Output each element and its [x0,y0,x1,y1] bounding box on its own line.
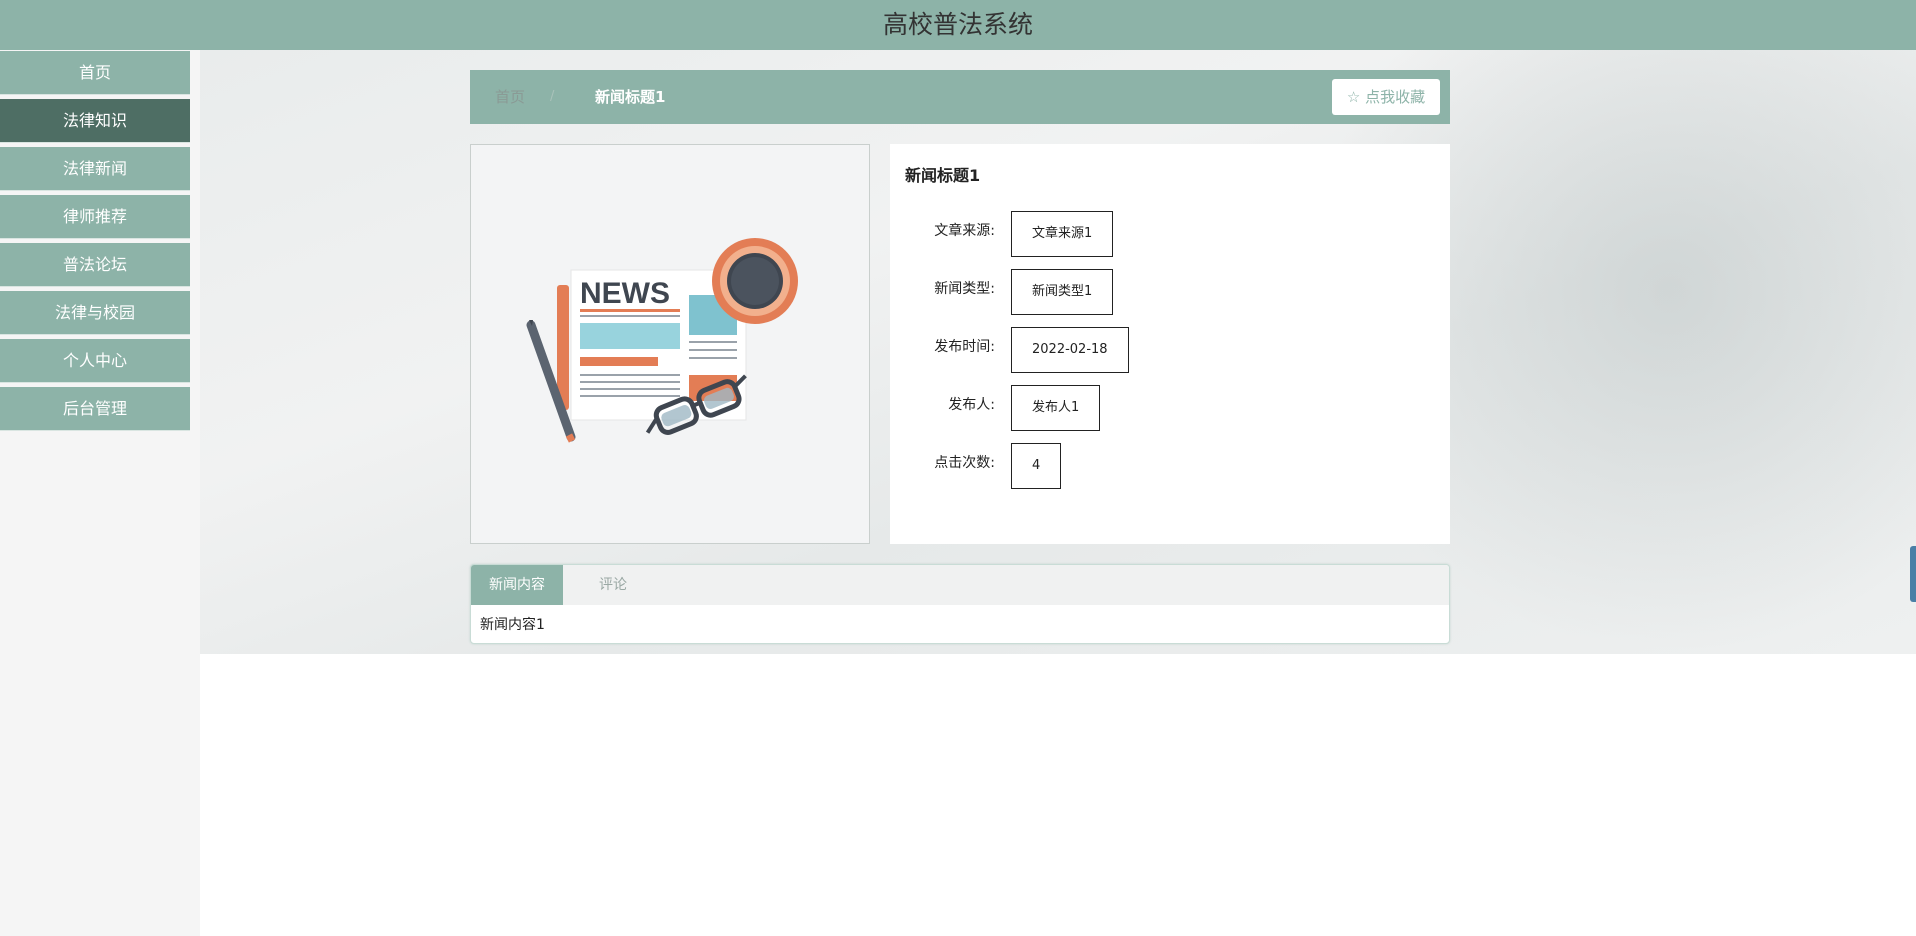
sidebar-item-forum[interactable]: 普法论坛 [0,243,190,287]
news-title: 新闻标题1 [905,166,981,185]
favorite-button[interactable]: ☆ 点我收藏 [1332,79,1440,115]
tab-comments[interactable]: 评论 [563,565,663,605]
news-image: NEWS [470,144,870,544]
breadcrumb-separator: / [550,89,555,104]
sidebar-item-personal-center[interactable]: 个人中心 [0,339,190,383]
sidebar-item-lawyer-recommend[interactable]: 律师推荐 [0,195,190,239]
scroll-handle[interactable] [1910,546,1916,602]
publish-time-label: 发布时间: [934,339,995,355]
publisher-label: 发布人: [948,397,995,413]
publisher-value: 发布人1 [1011,385,1101,431]
content-tabs: 新闻内容 评论 新闻内容1 [470,564,1450,644]
app-title: 高校普法系统 [0,0,1916,50]
sidebar-item-law-campus[interactable]: 法律与校园 [0,291,190,335]
sidebar-item-legal-news[interactable]: 法律新闻 [0,147,190,191]
tab-news-content[interactable]: 新闻内容 [471,565,563,605]
type-value: 新闻类型1 [1011,269,1114,315]
news-word: NEWS [580,277,670,310]
source-value: 文章来源1 [1011,211,1114,257]
tab-header: 新闻内容 评论 [471,565,1449,605]
source-label: 文章来源: [934,223,995,239]
click-count-label: 点击次数: [934,455,995,471]
type-label: 新闻类型: [934,281,995,297]
sidebar-item-admin[interactable]: 后台管理 [0,387,190,431]
sidebar-item-legal-knowledge[interactable]: 法律知识 [0,99,190,143]
breadcrumb-current: 新闻标题1 [595,88,666,106]
newspaper-illustration: NEWS [526,238,798,443]
publish-time-value: 2022-02-18 [1011,327,1129,373]
breadcrumb-home-link[interactable]: 首页 [495,70,525,124]
sidebar-item-home[interactable]: 首页 [0,51,190,95]
breadcrumb: 首页 / 新闻标题1 ☆ 点我收藏 [470,70,1450,124]
news-detail-panel: 新闻标题1 文章来源: 文章来源1 新闻类型: 新闻类型1 发布时间: 2022… [890,144,1450,544]
sidebar: 首页 法律知识 法律新闻 律师推荐 普法论坛 法律与校园 个人中心 后台管理 [0,50,200,936]
news-content-body: 新闻内容1 [480,617,545,633]
page-bottom [200,654,1916,936]
click-count-value: 4 [1011,443,1062,489]
